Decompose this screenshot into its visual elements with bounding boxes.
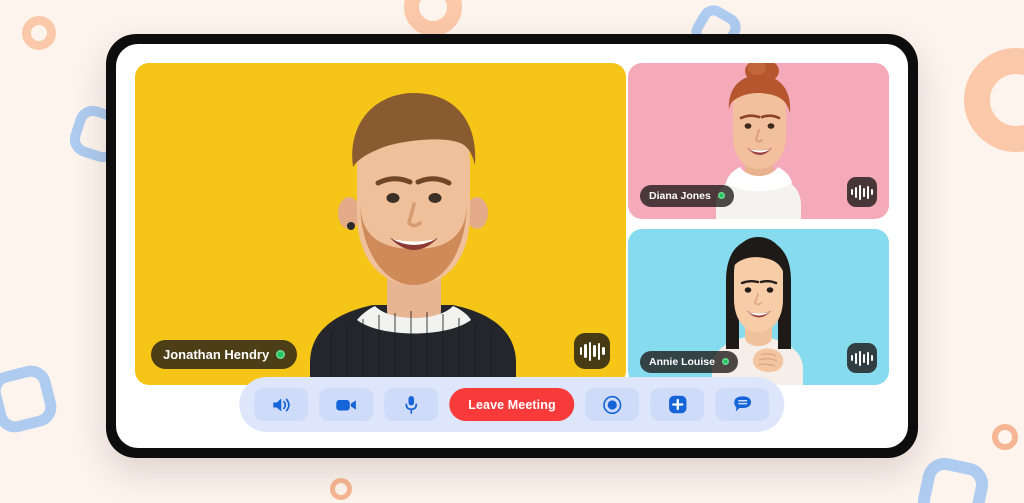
meeting-toolbar: Leave Meeting [239, 377, 785, 432]
plus-icon [668, 395, 687, 414]
participant-video-main [135, 63, 626, 385]
microphone-button[interactable] [384, 388, 439, 421]
decoration-ring-peach-bottomright [992, 424, 1018, 450]
participant-name-label: Diana Jones [649, 189, 711, 202]
decoration-blob-blue-bottomleft [0, 361, 61, 437]
participant-name-badge-top-right: Diana Jones [640, 184, 734, 207]
decoration-ring-peach-topcenter [404, 0, 462, 36]
video-camera-icon [335, 397, 357, 413]
participant-name-badge-main: Jonathan Hendry [151, 340, 298, 369]
chat-button[interactable] [715, 388, 770, 421]
leave-meeting-button[interactable]: Leave Meeting [449, 388, 575, 421]
video-tile-top-right[interactable]: Diana Jones [628, 63, 889, 219]
audio-waveform-icon-bottom-right[interactable] [847, 343, 877, 373]
record-button[interactable] [585, 388, 640, 421]
tablet-screen: Jonathan Hendry Diana Jones Annie Louise… [116, 44, 908, 448]
participant-name-label: Jonathan Hendry [163, 347, 270, 362]
add-participant-button[interactable] [650, 388, 705, 421]
online-status-dot [721, 358, 729, 366]
video-tile-main[interactable]: Jonathan Hendry [135, 63, 626, 385]
participant-name-badge-bottom-right: Annie Louise [640, 350, 738, 373]
audio-waveform-icon-top-right[interactable] [847, 177, 877, 207]
microphone-icon [404, 395, 418, 414]
tablet-device-frame: Jonathan Hendry Diana Jones Annie Louise… [106, 34, 918, 458]
video-button[interactable] [319, 388, 374, 421]
speaker-button[interactable] [254, 388, 309, 421]
speaker-icon [270, 396, 292, 414]
audio-waveform-icon-main[interactable] [574, 333, 610, 369]
video-tile-bottom-right[interactable]: Annie Louise [628, 229, 889, 385]
participant-name-label: Annie Louise [649, 355, 715, 368]
decoration-ring-peach-topleft [22, 16, 56, 50]
video-grid: Jonathan Hendry Diana Jones Annie Louise [135, 63, 889, 385]
decoration-ring-peach-right [964, 48, 1024, 152]
decoration-ring-peach-bottomleft [330, 478, 352, 500]
decoration-blob-blue-bottomright [913, 453, 993, 503]
chat-bubble-icon [732, 395, 753, 414]
online-status-dot [276, 350, 286, 359]
online-status-dot [717, 192, 725, 200]
record-icon [603, 395, 623, 415]
